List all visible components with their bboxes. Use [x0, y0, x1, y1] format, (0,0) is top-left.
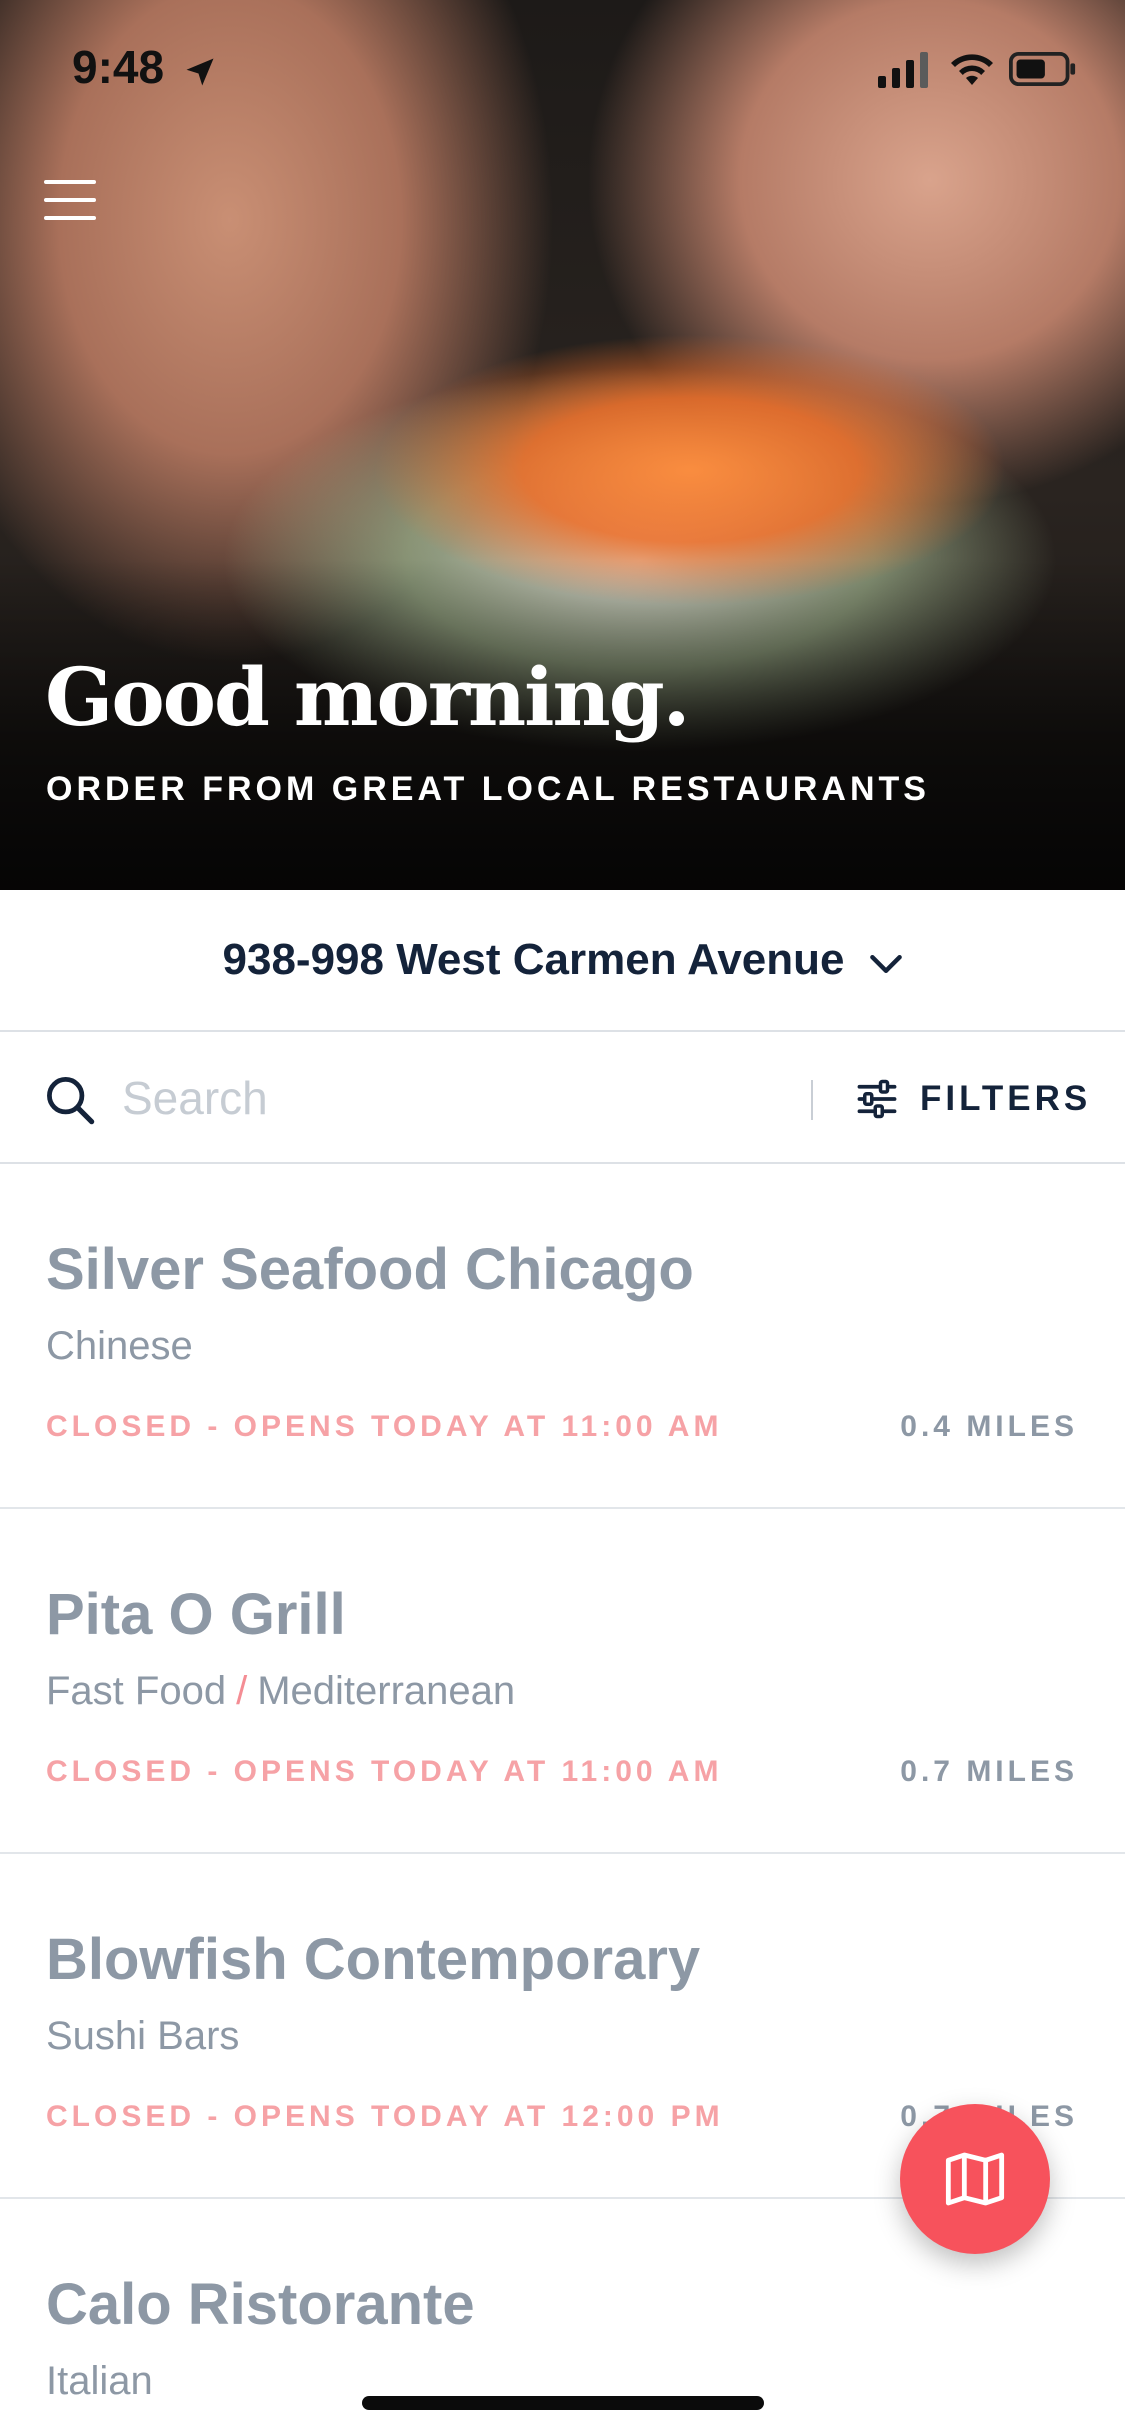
- cuisine-tag: Fast Food: [46, 1669, 227, 1713]
- map-view-button[interactable]: [900, 2104, 1050, 2254]
- search-divider: [811, 1080, 813, 1120]
- restaurant-name: Pita O Grill: [46, 1582, 346, 1647]
- restaurant-distance: 0.4 MILES: [900, 1410, 1078, 1443]
- restaurant-name: Silver Seafood Chicago: [46, 1237, 694, 1302]
- search-icon: [47, 1077, 95, 1125]
- restaurant-status: CLOSED - OPENS TODAY AT 12:00 PM: [46, 2100, 724, 2133]
- restaurant-status: CLOSED - OPENS TODAY AT 11:00 AM: [46, 1410, 723, 1443]
- cuisine-tag: Sushi Bars: [46, 2014, 240, 2058]
- restaurant-row[interactable]: Silver Seafood Chicago Chinese CLOSED - …: [0, 1164, 1125, 1509]
- restaurant-cuisine: Chinese: [46, 1324, 193, 1369]
- restaurant-cuisine: Italian: [46, 2359, 153, 2404]
- cellular-signal-icon: [878, 52, 928, 88]
- status-bar: 9:48: [0, 0, 1125, 132]
- status-time: 9:48: [72, 41, 165, 93]
- wifi-icon: [951, 54, 993, 85]
- location-arrow-icon: [186, 58, 214, 86]
- hero-subtitle: ORDER FROM GREAT LOCAL RESTAURANTS: [46, 770, 930, 808]
- filters-button[interactable]: FILTERS: [856, 1064, 1091, 1134]
- greeting-title: Good morning.: [45, 650, 690, 744]
- hamburger-icon[interactable]: [44, 180, 96, 230]
- restaurant-row[interactable]: Pita O Grill Fast Food / Mediterranean CLO…: [0, 1509, 1125, 1854]
- address-selector[interactable]: 938-998 West Carmen Avenue: [0, 890, 1125, 1032]
- chevron-down-icon: [869, 954, 902, 974]
- sliders-icon: [857, 1079, 897, 1119]
- home-indicator[interactable]: [362, 2396, 764, 2410]
- map-icon: [945, 2152, 1005, 2206]
- cuisine-tag: Italian: [46, 2359, 153, 2403]
- restaurant-name: Calo Ristorante: [46, 2272, 475, 2337]
- restaurant-cuisine: Fast Food / Mediterranean: [46, 1669, 515, 1714]
- filters-label: FILTERS: [920, 1079, 1092, 1118]
- search-input[interactable]: [122, 1062, 772, 1134]
- hero-banner: 9:48 Good morning. ORDER FROM GREAT LOCA…: [0, 0, 1125, 890]
- restaurant-name: Blowfish Contemporary: [46, 1927, 701, 1992]
- restaurant-status: CLOSED - OPENS TODAY AT 11:00 AM: [46, 1755, 723, 1788]
- cuisine-tag: Chinese: [46, 1324, 193, 1368]
- search-bar: FILTERS: [0, 1032, 1125, 1164]
- cuisine-tag: Mediterranean: [257, 1669, 516, 1713]
- cuisine-separator: /: [236, 1669, 248, 1713]
- restaurant-cuisine: Sushi Bars: [46, 2014, 239, 2059]
- restaurant-distance: 0.7 MILES: [900, 1755, 1078, 1788]
- address-label: 938-998 West Carmen Avenue: [222, 935, 845, 984]
- battery-icon: [1009, 52, 1076, 86]
